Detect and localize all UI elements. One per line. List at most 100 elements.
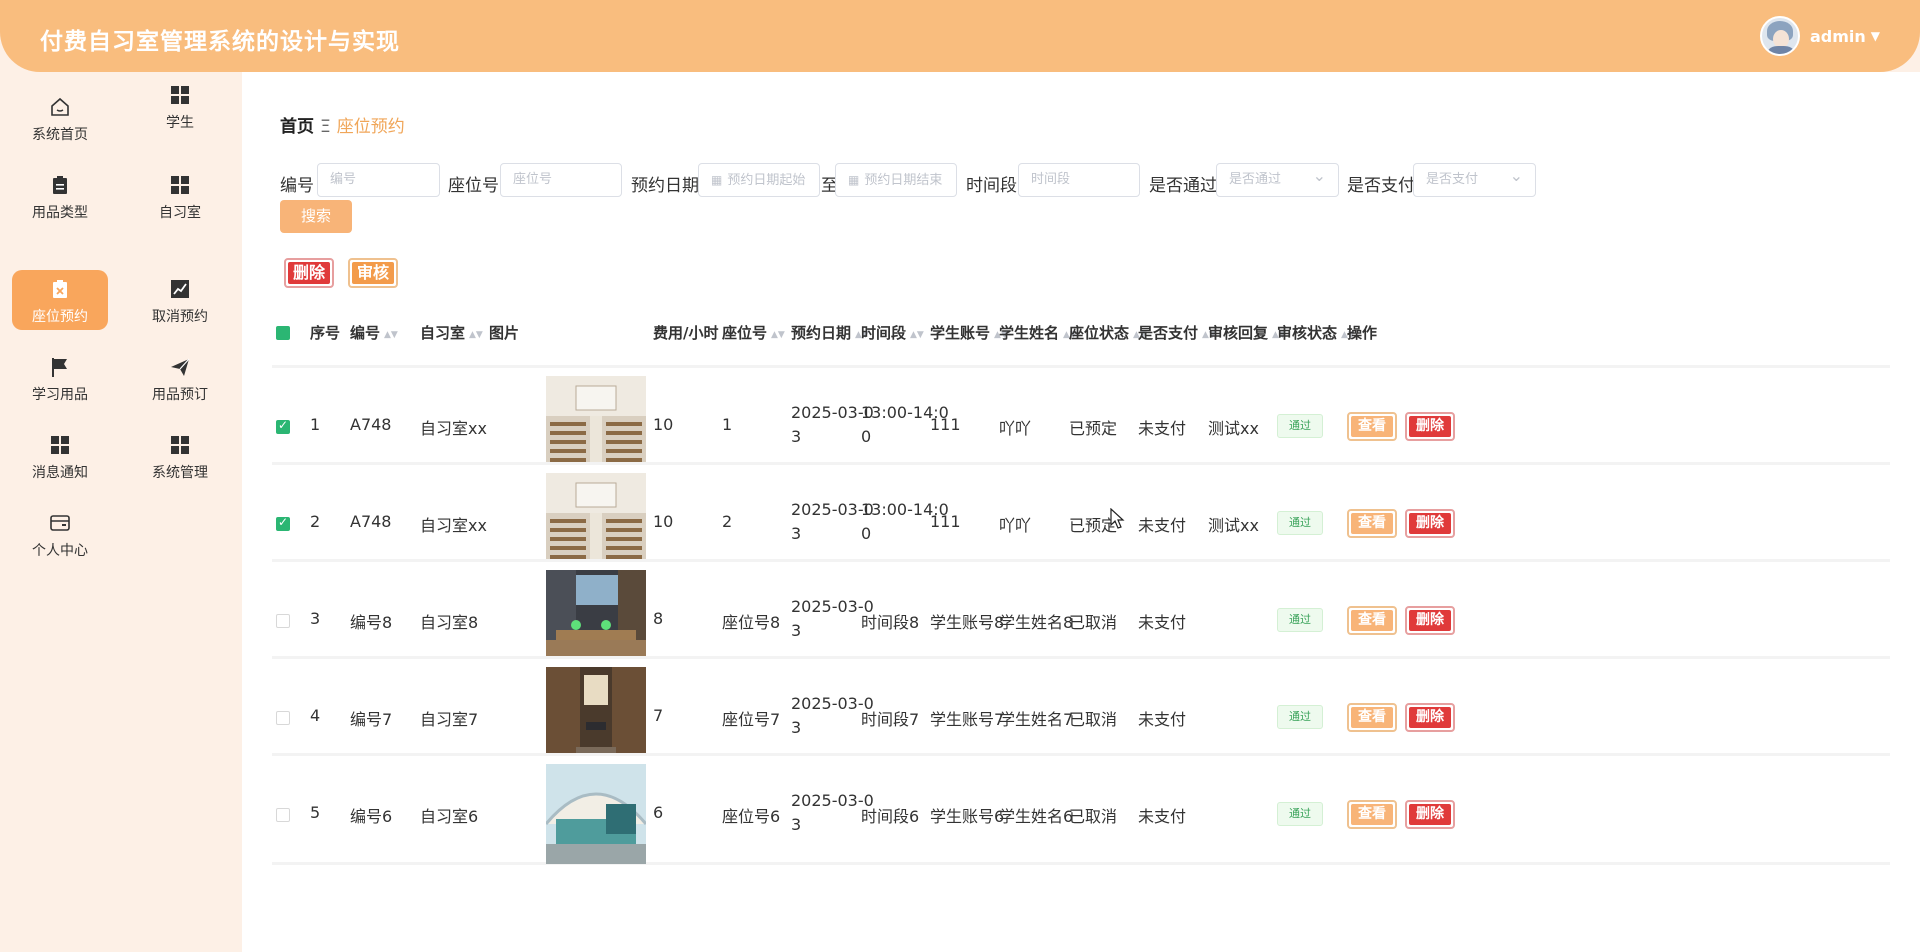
sidebar-item-profile[interactable]: 个人中心	[12, 504, 108, 564]
grid-icon	[171, 436, 189, 454]
seat-input[interactable]: 座位号	[500, 163, 622, 197]
view-button[interactable]: 查看	[1347, 412, 1397, 441]
col-name[interactable]: 学生姓名 ▲▼	[999, 322, 1077, 343]
avatar[interactable]	[1759, 16, 1800, 56]
sidebar-item-notifications[interactable]: 消息通知	[12, 426, 108, 486]
col-reply[interactable]: 审核回复 ▲▼	[1208, 322, 1286, 343]
cell-room: 自习室7	[420, 710, 479, 729]
view-button[interactable]: 查看	[1347, 509, 1397, 538]
mouse-cursor-icon	[1110, 508, 1125, 529]
grid-icon	[171, 176, 189, 194]
cell-seat-status: 已取消	[1069, 613, 1118, 632]
date-end-placeholder: 预约日期结束	[864, 173, 943, 188]
sidebar-item-study-supplies[interactable]: 学习用品	[12, 348, 108, 408]
col-account[interactable]: 学生账号 ▲▼	[930, 322, 1008, 343]
cell-name: 吖吖	[999, 516, 1032, 535]
date-start-input[interactable]: ▦ 预约日期起始	[698, 163, 820, 197]
cell-seat-status: 已取消	[1069, 807, 1118, 826]
row-checkbox[interactable]	[276, 418, 290, 434]
sort-icon: ▲▼	[771, 330, 785, 340]
col-image: 图片	[489, 324, 520, 342]
date-end-input[interactable]: ▦ 预约日期结束	[835, 163, 957, 197]
top-header: 付费自习室管理系统的设计与实现 admin ▼	[0, 0, 1920, 72]
trend-chart-icon	[171, 280, 189, 298]
search-form: 编号 编号 座位号 座位号 预约日期 ▦ 预约日期起始 至 ▦ 预约日期结束 时间段…	[280, 163, 1900, 199]
cell-room: 自习室xx	[420, 419, 487, 438]
room-image	[546, 473, 646, 573]
timeslot-label: 时间段	[966, 176, 1017, 196]
delete-button[interactable]: 删除	[1405, 509, 1455, 538]
col-date[interactable]: 预约日期 ▲▼	[791, 322, 869, 343]
col-room[interactable]: 自习室 ▲▼	[420, 322, 483, 343]
view-button[interactable]: 查看	[1347, 800, 1397, 829]
row-checkbox[interactable]	[276, 515, 290, 531]
delete-button[interactable]: 删除	[1405, 800, 1455, 829]
breadcrumb-home[interactable]: 首页	[280, 117, 314, 137]
row-checkbox[interactable]	[276, 808, 290, 822]
col-seat-status[interactable]: 座位状态 ▲▼	[1069, 322, 1147, 343]
cell-index: 1	[310, 415, 321, 434]
sidebar-item-study-room[interactable]: 自习室	[132, 166, 228, 226]
table-row: 2A748自习室xx1022025-03-0313:00-14:00111吖吖已…	[272, 462, 1890, 574]
breadcrumb-current: 座位预约	[336, 117, 405, 137]
col-timeslot[interactable]: 时间段 ▲▼	[861, 322, 924, 343]
sidebar-item-seat-booking[interactable]: 座位预约	[12, 270, 108, 330]
room-image	[546, 376, 646, 476]
row-checkbox[interactable]	[276, 711, 290, 725]
view-button[interactable]: 查看	[1347, 606, 1397, 635]
col-audit-status[interactable]: 审核状态 ▲▼	[1277, 322, 1355, 343]
paid-select[interactable]: 是否支付	[1413, 163, 1536, 197]
batch-audit-button[interactable]: 审核	[348, 258, 398, 288]
col-code[interactable]: 编号 ▲▼	[350, 322, 398, 343]
sidebar-item-supply-type[interactable]: 用品类型	[12, 166, 108, 226]
col-seat[interactable]: 座位号 ▲▼	[722, 322, 785, 343]
view-button[interactable]: 查看	[1347, 703, 1397, 732]
search-button[interactable]: 搜索	[280, 200, 352, 233]
batch-delete-label: 删除	[288, 262, 330, 284]
cell-account: 111	[930, 415, 961, 434]
approved-select[interactable]: 是否通过	[1216, 163, 1339, 197]
sidebar-item-label: 自习室	[159, 205, 201, 221]
sidebar-item-system-admin[interactable]: 系统管理	[132, 426, 228, 486]
user-menu[interactable]: admin ▼	[1759, 16, 1880, 56]
cell-time: 时间段7	[861, 710, 920, 729]
col-fee: 费用/小时	[653, 324, 719, 342]
room-image	[546, 570, 646, 670]
cell-date-line2: 3	[791, 524, 802, 543]
cell-fee: 10	[653, 415, 674, 434]
view-label: 查看	[1351, 610, 1393, 631]
sidebar-item-label: 学生	[166, 115, 194, 131]
cell-fee: 7	[653, 706, 664, 725]
cell-time-line2: 0	[861, 427, 872, 446]
delete-button[interactable]: 删除	[1405, 703, 1455, 732]
row-checkbox[interactable]	[276, 614, 290, 628]
cell-code: A748	[350, 512, 392, 531]
cell-date-line2: 3	[791, 621, 802, 640]
cell-seat: 1	[722, 415, 733, 434]
timeslot-input[interactable]: 时间段	[1018, 163, 1140, 197]
cell-fee: 8	[653, 609, 664, 628]
cell-paid: 未支付	[1138, 516, 1187, 535]
delete-button[interactable]: 删除	[1405, 606, 1455, 635]
main-content: 首页 Ξ 座位预约 编号 编号 座位号 座位号 预约日期 ▦ 预约日期起始 至 ▦ 预约…	[242, 72, 1920, 952]
delete-button[interactable]: 删除	[1405, 412, 1455, 441]
seat-label: 座位号	[448, 176, 499, 196]
select-all-checkbox[interactable]	[276, 326, 290, 340]
caret-down-icon[interactable]: ▼	[1871, 29, 1880, 43]
sidebar-item-label: 用品类型	[32, 205, 88, 221]
cell-index: 4	[310, 706, 321, 725]
cell-reply: 测试xx	[1208, 419, 1259, 438]
username[interactable]: admin	[1810, 27, 1866, 46]
room-image	[546, 667, 646, 767]
batch-delete-button[interactable]: 删除	[284, 258, 334, 288]
audit-status-badge: 通过	[1277, 414, 1323, 438]
sidebar-item-student[interactable]: 学生	[132, 76, 228, 136]
sidebar-item-supply-order[interactable]: 用品预订	[132, 348, 228, 408]
sidebar-item-home[interactable]: 系统首页	[12, 88, 108, 148]
sidebar-item-cancel-booking[interactable]: 取消预约	[132, 270, 228, 330]
sort-icon: ▲▼	[910, 330, 924, 340]
delete-label: 删除	[1409, 513, 1451, 534]
col-paid[interactable]: 是否支付 ▲▼	[1138, 322, 1216, 343]
code-input[interactable]: 编号	[317, 163, 440, 197]
cell-room: 自习室6	[420, 807, 479, 826]
